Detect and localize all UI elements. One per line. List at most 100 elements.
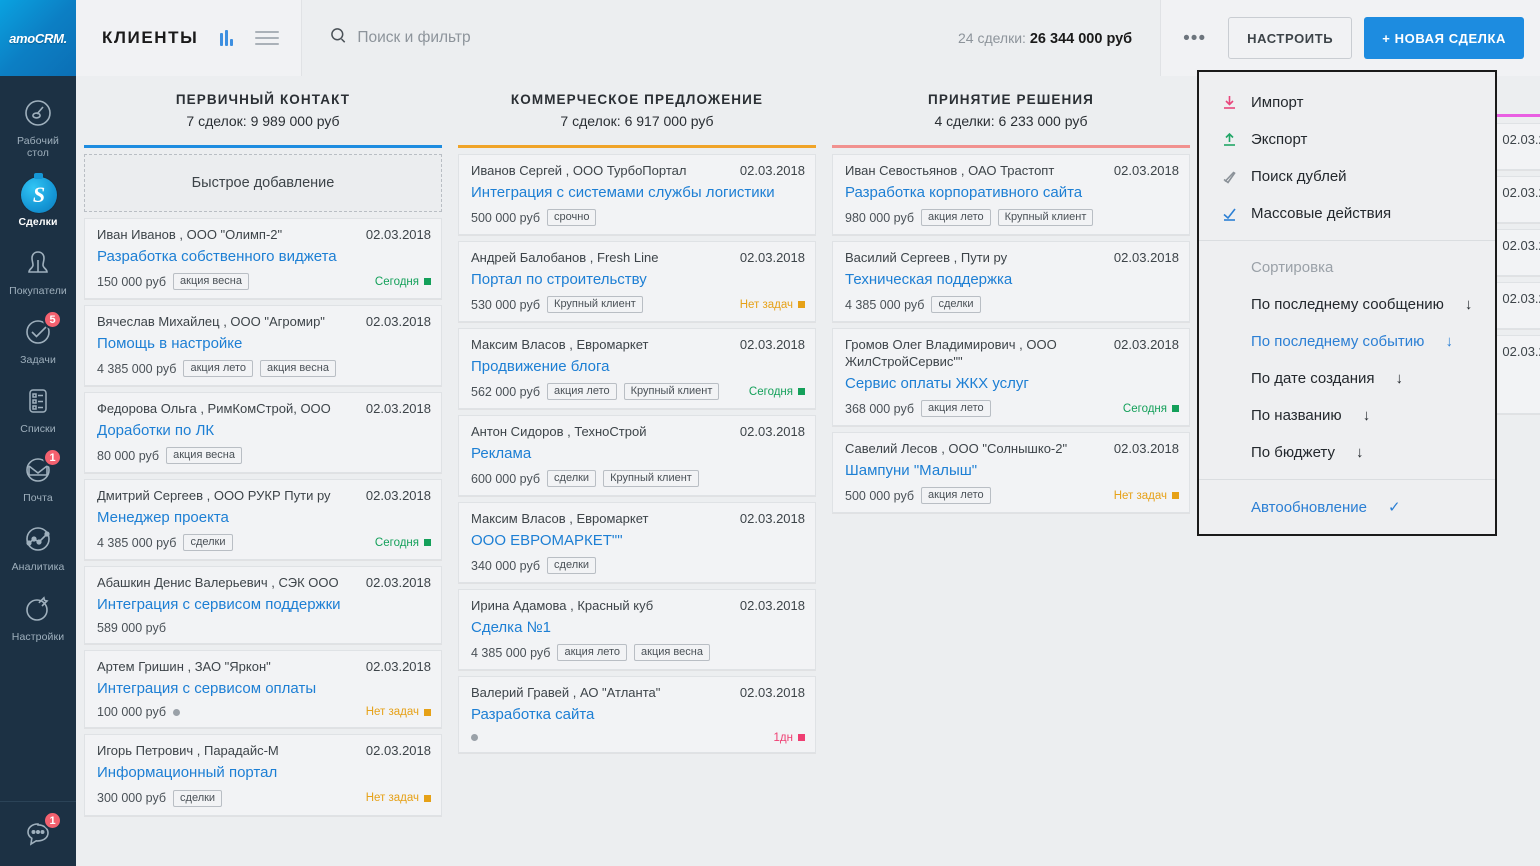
sidebar-item-mail[interactable]: 1 Почта: [0, 443, 76, 512]
menu-item-bulk-actions[interactable]: Массовые действия: [1199, 195, 1495, 232]
deal-tag[interactable]: акция весна: [260, 360, 336, 378]
deal-card[interactable]: Максим Власов , Евромаркет 02.03.2018 Прод…: [458, 328, 816, 410]
deal-tag[interactable]: акция лето: [921, 487, 991, 505]
deal-tag[interactable]: сделки: [931, 296, 981, 314]
deal-title[interactable]: Информационный портал: [97, 763, 431, 782]
deal-title[interactable]: Разработка корпоративного сайта: [845, 183, 1179, 202]
deal-card[interactable]: Иван Севостьянов , ОАО Трастопт 02.03.201…: [832, 154, 1190, 236]
deal-title[interactable]: Менеджер проекта: [97, 508, 431, 527]
sidebar-item-dashboard[interactable]: Рабочий стол: [0, 86, 76, 167]
deal-price: 4 385 000 руб: [845, 297, 925, 312]
deal-card[interactable]: Андрей Балобанов , Fresh Line 02.03.2018 П…: [458, 241, 816, 323]
deal-title[interactable]: Помощь в настройке: [97, 334, 431, 353]
deal-status-label: 1дн: [773, 731, 793, 744]
menu-item-import[interactable]: Импорт: [1199, 84, 1495, 121]
chat-icon[interactable]: 1: [21, 811, 62, 850]
deal-tag[interactable]: сделки: [183, 534, 233, 552]
menu-item-export[interactable]: Экспорт: [1199, 121, 1495, 158]
column-color-rule: [832, 145, 1190, 148]
pipeline-column: КОММЕРЧЕСКОЕ ПРЕДЛОЖЕНИЕ 7 сделок: 6 917 …: [450, 76, 824, 866]
quick-add-button[interactable]: Быстрое добавление: [84, 154, 442, 212]
deal-card[interactable]: Максим Власов , Евромаркет 02.03.2018 ООО …: [458, 502, 816, 584]
deal-tag[interactable]: акция лето: [557, 644, 628, 662]
deal-title[interactable]: Разработка собственного виджета: [97, 247, 431, 266]
deal-card[interactable]: Ирина Адамова , Красный куб 02.03.2018 Сде…: [458, 589, 816, 671]
deal-price: 4 385 000 руб: [97, 535, 177, 550]
menu-item-sort-option[interactable]: По последнему сообщению ↓: [1199, 286, 1495, 323]
deal-title[interactable]: Сделка №1: [471, 618, 805, 637]
sidebar-item-tasks[interactable]: 5 Задачи: [0, 305, 76, 374]
deal-tag[interactable]: акция лето: [183, 360, 254, 378]
deal-card[interactable]: Дмитрий Сергеев , ООО РУКР Пути ру 02.03.…: [84, 479, 442, 561]
logo[interactable]: amoCRM.: [0, 0, 76, 76]
deal-title[interactable]: Продвижение блога: [471, 357, 805, 376]
menu-item-sort-option[interactable]: По названию ↓: [1199, 397, 1495, 434]
list-view-icon[interactable]: [255, 27, 280, 49]
deal-price: 80 000 руб: [97, 448, 160, 463]
deal-card[interactable]: Валерий Гравей , АО "Атланта" 02.03.2018 Р…: [458, 676, 816, 753]
deal-title[interactable]: Интеграция с сервисом оплаты: [97, 679, 431, 698]
deal-card[interactable]: Игорь Петрович , Парадайс-М 02.03.2018 Инф…: [84, 734, 442, 816]
sidebar-item-analytics[interactable]: Аналитика: [0, 512, 76, 581]
deal-title[interactable]: Реклама: [471, 444, 805, 463]
deal-tag[interactable]: акция лето: [921, 209, 991, 227]
deal-card[interactable]: Василий Сергеев , Пути ру 02.03.2018 Техни…: [832, 241, 1190, 323]
deal-title[interactable]: Сервис оплаты ЖКХ услуг: [845, 374, 1179, 393]
deal-title[interactable]: Портал по строительству: [471, 270, 805, 289]
sidebar-item-deals[interactable]: Сделки: [0, 167, 76, 236]
deal-card[interactable]: Федорова Ольга , РимКомСтрой, ООО 02.03.2…: [84, 392, 442, 474]
deal-tag[interactable]: сделки: [547, 470, 597, 488]
column-summary: 4 сделки: 6 233 000 руб: [934, 113, 1088, 129]
deal-card[interactable]: Абашкин Денис Валерьевич , СЭК ООО 02.03.…: [84, 566, 442, 645]
menu-item-sort-option[interactable]: По дате создания ↓: [1199, 360, 1495, 397]
sort-options-list: По последнему сообщению ↓ По последнему со…: [1199, 286, 1495, 471]
deal-status-badge: Сегодня: [749, 386, 805, 398]
deal-title[interactable]: Шампуни "Малыш": [845, 461, 1179, 480]
configure-button[interactable]: НАСТРОИТЬ: [1228, 17, 1353, 59]
sidebar-item-customers[interactable]: Покупатели: [0, 236, 76, 305]
deal-tag[interactable]: акция лето: [547, 383, 617, 401]
deal-tag[interactable]: Крупный клиент: [547, 296, 643, 314]
deal-title[interactable]: Интеграция с сервисом поддержки: [97, 595, 431, 614]
menu-item-sort-option[interactable]: По последнему событию ↓: [1199, 323, 1495, 360]
deal-title[interactable]: Интеграция с системами службы логистики: [471, 183, 805, 202]
deal-tag[interactable]: срочно: [547, 209, 597, 227]
deal-card[interactable]: Антон Сидоров , ТехноСтрой 02.03.2018 Рекл…: [458, 415, 816, 497]
column-name: ПРИНЯТИЕ РЕШЕНИЯ: [928, 92, 1094, 107]
deal-tag[interactable]: акция лето: [921, 400, 991, 418]
deal-tag[interactable]: акция весна: [634, 644, 710, 662]
deal-tag[interactable]: Крупный клиент: [997, 209, 1094, 227]
deal-tag[interactable]: сделки: [173, 789, 223, 807]
deal-card[interactable]: Артем Гришин , ЗАО "Яркон" 02.03.2018 Инте…: [84, 650, 442, 729]
deal-card[interactable]: Громов Олег Владимирович , ООО ЖилСтройС…: [832, 328, 1190, 427]
deal-card[interactable]: Вячеслав Михайлец , ООО "Агромир" 02.03.2…: [84, 305, 442, 387]
deal-card[interactable]: Иванов Сергей , ООО ТурбоПортал 02.03.201…: [458, 154, 816, 236]
deal-price: 500 000 руб: [471, 210, 541, 225]
more-options-icon[interactable]: •••: [1173, 25, 1216, 52]
deal-card[interactable]: Иван Иванов , ООО "Олимп-2" 02.03.2018 Раз…: [84, 218, 442, 300]
sidebar-item-lists[interactable]: Списки: [0, 374, 76, 443]
board-view-icon[interactable]: [220, 30, 234, 46]
sidebar-item-settings[interactable]: Настройки: [0, 582, 76, 651]
deal-title[interactable]: ООО ЕВРОМАРКЕТ"": [471, 531, 805, 550]
deal-contact: Максим Власов , Евромаркет: [471, 511, 649, 527]
menu-item-find-duplicates[interactable]: Поиск дублей: [1199, 158, 1495, 195]
deal-tag[interactable]: Крупный клиент: [623, 383, 720, 401]
sidebar-item-label: Списки: [20, 423, 56, 436]
deal-title[interactable]: Техническая поддержка: [845, 270, 1179, 289]
search-input[interactable]: Поиск и фильтр: [302, 27, 958, 49]
deal-title[interactable]: Разработка сайта: [471, 705, 805, 724]
deal-card[interactable]: Савелий Лесов , ООО "Солнышко-2" 02.03.20…: [832, 432, 1190, 514]
menu-item-autoupdate[interactable]: Автообновление ✓: [1199, 488, 1495, 526]
sidebar-item-label: Рабочий стол: [16, 135, 60, 160]
deal-tag[interactable]: сделки: [547, 557, 597, 575]
deal-title[interactable]: Доработки по ЛК: [97, 421, 431, 440]
deal-tag[interactable]: акция весна: [173, 273, 249, 291]
deal-date: 02.03.2018: [739, 685, 805, 701]
menu-item-sort-option[interactable]: По бюджету ↓: [1199, 434, 1495, 471]
new-deal-button[interactable]: + НОВАЯ СДЕЛКА: [1364, 17, 1524, 59]
deal-tag[interactable]: акция весна: [166, 447, 242, 465]
deal-status-badge: 1дн: [774, 732, 805, 744]
pipeline-column: ПРИНЯТИЕ РЕШЕНИЯ 4 сделки: 6 233 000 руб И…: [824, 76, 1198, 866]
deal-tag[interactable]: Крупный клиент: [603, 470, 699, 488]
